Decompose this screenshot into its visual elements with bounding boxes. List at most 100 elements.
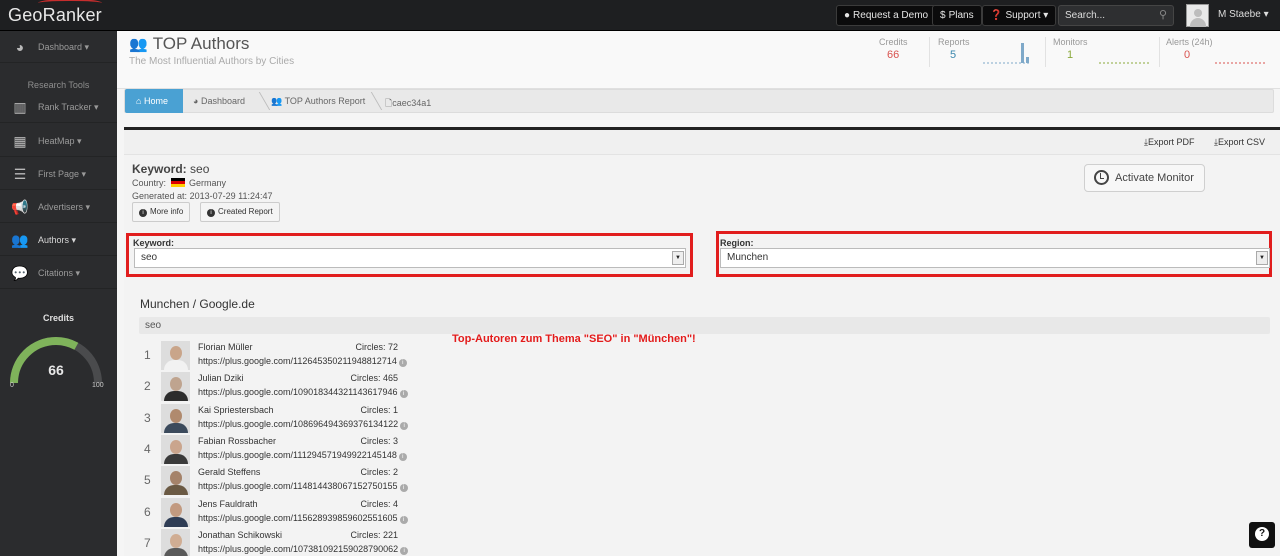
export-pdf-button[interactable]: ⤓Export PDF [1144, 137, 1195, 148]
avatar[interactable] [1186, 4, 1209, 27]
logo-text: GeoRanker [8, 5, 102, 25]
caret-down-icon: ▾ [1043, 10, 1049, 21]
author-photo[interactable] [161, 497, 190, 527]
credits-title: Credits [42, 313, 74, 323]
info-icon[interactable]: i [399, 390, 408, 399]
author-url-text[interactable]: https://plus.google.com/1073810921590287… [198, 544, 398, 554]
author-url[interactable]: https://plus.google.com/1148144380671527… [198, 481, 408, 493]
report-generated-label: Generated at: [132, 191, 188, 201]
more-info-button[interactable]: i More info [132, 202, 191, 222]
author-url[interactable]: https://plus.google.com/1126453502119488… [198, 356, 407, 367]
sidebar-item-citations[interactable]: 💬 Citations ▾ [0, 257, 117, 289]
request-demo-button[interactable]: ● Request a Demo [836, 5, 937, 26]
author-url-text[interactable]: https://plus.google.com/1156289398596025… [198, 513, 398, 523]
author-photo[interactable] [161, 403, 190, 433]
sidebar-item-first-page[interactable]: ☰ First Page ▾ [0, 158, 117, 190]
help-button[interactable]: ? [1249, 522, 1275, 548]
author-row[interactable]: 1 Florian Müller Circles: 72 https://plus.g… [140, 339, 420, 370]
author-photo-head [170, 502, 182, 517]
sidebar-item-authors[interactable]: 👥 Authors ▾ [0, 224, 117, 256]
author-row[interactable]: 7 Jonathan Schikowski Circles: 221 https://… [140, 527, 420, 556]
author-name[interactable]: Jonathan Schikowski [198, 530, 282, 540]
author-rank: 5 [144, 473, 151, 488]
sidebar-label-rank-tracker: Rank Tracker ▾ [38, 102, 99, 112]
info-icon[interactable]: i [400, 421, 409, 430]
user-menu[interactable]: M Staebe ▾ [1218, 9, 1269, 20]
sidebar-item-heatmap[interactable]: ▦ HeatMap ▾ [0, 125, 117, 157]
author-url-text[interactable]: https://plus.google.com/1126453502119488… [198, 356, 397, 366]
megaphone-icon: 📢 [11, 199, 29, 215]
info-icon[interactable]: i [399, 484, 408, 493]
author-photo[interactable] [161, 341, 190, 370]
author-rank: 3 [144, 410, 151, 425]
author-name[interactable]: Florian Müller [198, 342, 253, 352]
author-url[interactable]: https://plus.google.com/1086964943693761… [198, 419, 409, 430]
results-keyword-bar: seo [139, 317, 1270, 334]
comments-icon: 💬 [11, 265, 29, 281]
author-photo-body [164, 422, 188, 433]
search-input[interactable]: Search... ⚲ [1058, 5, 1174, 26]
author-name[interactable]: Kai Spriestersbach [198, 405, 274, 415]
sidebar-item-dashboard[interactable]: ◕ Dashboard ▾ [0, 31, 117, 63]
author-row[interactable]: 2 Julian Dziki Circles: 465 https://plus.go… [140, 370, 420, 402]
author-photo[interactable] [161, 372, 190, 402]
activate-monitor-button[interactable]: Activate Monitor [1084, 164, 1205, 192]
breadcrumb-report-label: TOP Authors Report [284, 96, 366, 106]
plans-button[interactable]: $ Plans [932, 5, 982, 26]
author-row[interactable]: 3 Kai Spriestersbach Circles: 1 https://plu… [140, 402, 420, 433]
author-photo-head [170, 377, 182, 392]
author-url[interactable]: https://plus.google.com/1073810921590287… [198, 544, 409, 555]
breadcrumb-dashboard[interactable]: ◕ Dashboard [193, 96, 245, 106]
author-row[interactable]: 5 Gerald Steffens Circles: 2 https://plus.g… [140, 464, 420, 496]
author-url-text[interactable]: https://plus.google.com/1090183443211436… [198, 387, 398, 397]
author-name[interactable]: Gerald Steffens [198, 467, 260, 477]
author-row[interactable]: 4 Fabian Rossbacher Circles: 3 https://plus… [140, 433, 420, 464]
author-photo[interactable] [161, 466, 190, 496]
author-photo-head [170, 439, 182, 454]
created-report-button[interactable]: i Created Report [200, 202, 280, 222]
author-row[interactable]: 6 Jens Fauldrath Circles: 4 https://plus.go… [140, 496, 420, 527]
dashboard-icon: ◕ [15, 39, 25, 55]
sidebar-section-research-tools: Research Tools [27, 80, 90, 90]
credits-gauge-value: 66 [48, 362, 64, 378]
search-icon[interactable]: ⚲ [1159, 6, 1167, 25]
region-select[interactable]: Munchen ▼ [720, 248, 1270, 268]
author-name[interactable]: Jens Fauldrath [198, 499, 258, 509]
support-label: Support [1005, 10, 1041, 21]
sparkline-bar [1021, 43, 1024, 63]
question-icon: ? [1255, 527, 1269, 541]
stat-alerts-value: 0 [1184, 49, 1191, 61]
breadcrumb-report[interactable]: 👥 TOP Authors Report [271, 96, 365, 107]
author-photo[interactable] [161, 434, 190, 464]
author-name[interactable]: Julian Dziki [198, 373, 244, 383]
sidebar-label-dashboard: Dashboard ▾ [38, 42, 90, 52]
region-filter-label: Region: [720, 238, 754, 248]
info-icon[interactable]: i [400, 546, 409, 555]
support-button[interactable]: ❓ Support ▾ [982, 5, 1057, 26]
created-report-label: Created Report [218, 207, 273, 216]
author-photo[interactable] [161, 528, 190, 556]
report-generated-value: 2013-07-29 11:24:47 [189, 191, 273, 201]
info-icon[interactable]: i [399, 515, 408, 524]
monitors-sparkline [1099, 62, 1151, 64]
georanker-logo[interactable]: GeoRanker [8, 0, 102, 26]
author-url[interactable]: https://plus.google.com/1090183443211436… [198, 387, 408, 399]
stat-divider [1045, 37, 1046, 67]
sidebar-item-rank-tracker[interactable]: ▥ Rank Tracker ▾ [0, 91, 117, 123]
info-icon[interactable]: i [398, 359, 407, 367]
info-icon[interactable]: i [398, 452, 407, 461]
export-csv-button[interactable]: ⤓Export CSV [1214, 137, 1265, 148]
sidebar-item-advertisers[interactable]: 📢 Advertisers ▾ [0, 191, 117, 223]
author-url-text[interactable]: https://plus.google.com/1148144380671527… [198, 481, 398, 491]
author-url[interactable]: https://plus.google.com/1112945719499221… [198, 450, 407, 461]
keyword-select[interactable]: seo ▼ [134, 248, 686, 268]
author-url[interactable]: https://plus.google.com/1156289398596025… [198, 513, 408, 524]
author-url-text[interactable]: https://plus.google.com/1086964943693761… [198, 419, 398, 429]
stat-divider [929, 37, 930, 67]
dropdown-arrow-icon: ▼ [1256, 251, 1268, 265]
author-name[interactable]: Fabian Rossbacher [198, 436, 276, 446]
author-url-text[interactable]: https://plus.google.com/1112945719499221… [198, 450, 397, 460]
breadcrumb-home[interactable]: ⌂ Home [125, 89, 183, 113]
germany-flag-icon [170, 178, 185, 187]
report-keyword-value: seo [190, 162, 210, 176]
